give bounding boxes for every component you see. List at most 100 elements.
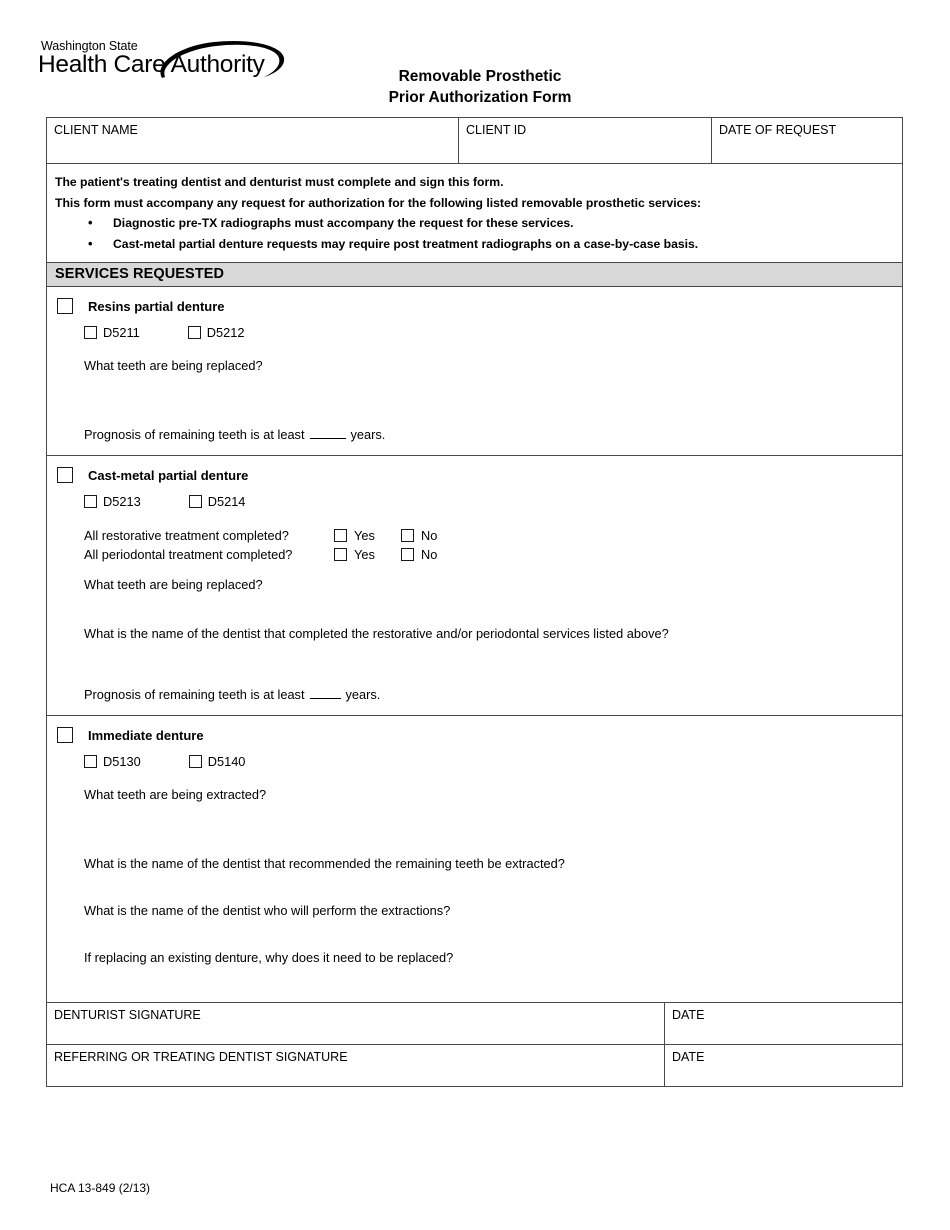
form-frame: CLIENT NAME CLIENT ID DATE OF REQUEST Th… xyxy=(46,117,903,1087)
checkbox-periodontal-yes[interactable] xyxy=(334,548,347,561)
denturist-date-label: DATE xyxy=(672,1008,705,1022)
services-requested-header: SERVICES REQUESTED xyxy=(47,263,902,287)
answer-area-teeth-replaced[interactable] xyxy=(47,593,902,625)
option-restorative-no[interactable]: No xyxy=(401,528,468,543)
option-periodontal-yes[interactable]: Yes xyxy=(334,547,401,562)
option-label: Yes xyxy=(354,547,375,562)
agency-name-line2: Health Care Authority xyxy=(38,51,265,78)
dentist-signature-label: REFERRING OR TREATING DENTIST SIGNATURE xyxy=(54,1050,348,1064)
answer-area-performing-dentist-name[interactable] xyxy=(47,919,902,949)
list-item: Cast-metal partial denture requests may … xyxy=(55,233,894,255)
code-option-d5212[interactable]: D5212 xyxy=(187,325,245,340)
checkbox-immediate-denture[interactable] xyxy=(57,727,73,743)
code-label: D5211 xyxy=(103,325,140,340)
date-of-request-field[interactable]: DATE OF REQUEST xyxy=(712,118,902,163)
dentist-date-field[interactable]: DATE xyxy=(665,1045,902,1086)
section-title: Cast-metal partial denture xyxy=(88,467,249,483)
option-label: No xyxy=(421,528,438,543)
client-id-field[interactable]: CLIENT ID xyxy=(459,118,712,163)
page-title-line1: Removable Prosthetic xyxy=(398,68,562,85)
question-teeth-extracted: What teeth are being extracted? xyxy=(84,787,267,802)
checkbox-d5211[interactable] xyxy=(84,326,97,339)
answer-area-teeth-replaced[interactable] xyxy=(47,374,902,426)
option-label: Yes xyxy=(354,528,375,543)
checkbox-periodontal-no[interactable] xyxy=(401,548,414,561)
code-option-d5214[interactable]: D5214 xyxy=(188,494,246,509)
dentist-signature-field[interactable]: REFERRING OR TREATING DENTIST SIGNATURE xyxy=(47,1045,665,1086)
page-title-line2: Prior Authorization Form xyxy=(388,89,572,106)
prognosis-suffix: years. xyxy=(350,427,386,442)
form-number-footer: HCA 13-849 (2/13) xyxy=(50,1181,151,1195)
question-teeth-replaced: What teeth are being replaced? xyxy=(84,577,263,592)
answer-area-teeth-extracted[interactable] xyxy=(47,803,902,855)
section-header: Cast-metal partial denture xyxy=(47,465,902,485)
section-resins-partial-denture: Resins partial denture D5211 D5212 What … xyxy=(47,287,902,456)
answer-area-recommending-dentist-name[interactable] xyxy=(47,872,902,902)
checkbox-d5214[interactable] xyxy=(188,495,202,508)
checkbox-restorative-no[interactable] xyxy=(401,529,414,542)
form-page: Washington State Health Care Authority R… xyxy=(0,0,950,1230)
denturist-signature-label: DENTURIST SIGNATURE xyxy=(54,1008,201,1022)
question-teeth-replaced: What teeth are being replaced? xyxy=(84,358,263,373)
section-title: Immediate denture xyxy=(88,727,204,743)
option-restorative-yes[interactable]: Yes xyxy=(334,528,401,543)
denturist-signature-row: DENTURIST SIGNATURE DATE xyxy=(47,1003,902,1045)
list-item: Diagnostic pre-TX radiographs must accom… xyxy=(55,212,894,234)
section-header: Immediate denture xyxy=(47,725,902,745)
section-cast-metal-partial-denture: Cast-metal partial denture D5213 D5214 A… xyxy=(47,456,902,716)
prognosis-suffix: years. xyxy=(345,687,381,702)
code-label: D5213 xyxy=(103,494,141,509)
code-option-d5140[interactable]: D5140 xyxy=(188,754,246,769)
checkbox-d5140[interactable] xyxy=(188,755,202,768)
yes-no-question-label: All periodontal treatment completed? xyxy=(84,547,293,562)
prognosis-statement: Prognosis of remaining teeth is at least… xyxy=(47,686,902,703)
denturist-date-field[interactable]: DATE xyxy=(665,1003,902,1044)
code-option-d5130[interactable]: D5130 xyxy=(84,754,141,769)
instruction-bullet-list: Diagnostic pre-TX radiographs must accom… xyxy=(55,212,894,255)
section-immediate-denture: Immediate denture D5130 D5140 What teeth… xyxy=(47,716,902,1003)
checkbox-d5212[interactable] xyxy=(187,326,201,339)
page-title: Removable Prosthetic Prior Authorization… xyxy=(260,66,700,108)
client-name-label: CLIENT NAME xyxy=(54,123,138,137)
prognosis-years-input[interactable] xyxy=(309,427,346,439)
checkbox-d5130[interactable] xyxy=(84,755,97,768)
yes-no-row-periodontal: All periodontal treatment completed? Yes… xyxy=(47,545,902,564)
code-label: D5130 xyxy=(103,754,141,769)
checkbox-restorative-yes[interactable] xyxy=(334,529,347,542)
question-replacement-reason: If replacing an existing denture, why do… xyxy=(84,950,454,965)
answer-area-completing-dentist-name[interactable] xyxy=(47,642,902,686)
procedure-code-row: D5130 D5140 xyxy=(47,753,902,770)
code-option-d5211[interactable]: D5211 xyxy=(84,325,140,340)
client-name-field[interactable]: CLIENT NAME xyxy=(47,118,459,163)
question-recommending-dentist-name: What is the name of the dentist that rec… xyxy=(84,856,565,871)
instructions-block: The patient's treating dentist and dentu… xyxy=(47,164,902,263)
answer-area-replacement-reason[interactable] xyxy=(47,966,902,1002)
yes-no-row-restorative: All restorative treatment completed? Yes… xyxy=(47,526,902,545)
checkbox-resins-partial-denture[interactable] xyxy=(57,298,73,314)
dentist-signature-row: REFERRING OR TREATING DENTIST SIGNATURE … xyxy=(47,1045,902,1086)
denturist-signature-field[interactable]: DENTURIST SIGNATURE xyxy=(47,1003,665,1044)
prognosis-years-input[interactable] xyxy=(309,687,341,699)
agency-logo: Washington State Health Care Authority xyxy=(38,40,288,88)
option-periodontal-no[interactable]: No xyxy=(401,547,468,562)
option-label: No xyxy=(421,547,438,562)
dentist-date-label: DATE xyxy=(672,1050,705,1064)
question-performing-dentist-name: What is the name of the dentist who will… xyxy=(84,903,451,918)
procedure-code-row: D5213 D5214 xyxy=(47,493,902,510)
code-label: D5140 xyxy=(207,754,246,769)
code-label: D5212 xyxy=(206,325,245,340)
checkbox-d5213[interactable] xyxy=(84,495,97,508)
code-label: D5214 xyxy=(207,494,246,509)
yes-no-question-label: All restorative treatment completed? xyxy=(84,528,289,543)
client-info-row: CLIENT NAME CLIENT ID DATE OF REQUEST xyxy=(47,118,902,164)
code-option-d5213[interactable]: D5213 xyxy=(84,494,141,509)
checkbox-cast-metal-partial-denture[interactable] xyxy=(57,467,73,483)
instruction-line-1: The patient's treating dentist and dentu… xyxy=(55,175,504,189)
procedure-code-row: D5211 D5212 xyxy=(47,324,902,341)
prognosis-statement: Prognosis of remaining teeth is at least… xyxy=(47,426,902,443)
